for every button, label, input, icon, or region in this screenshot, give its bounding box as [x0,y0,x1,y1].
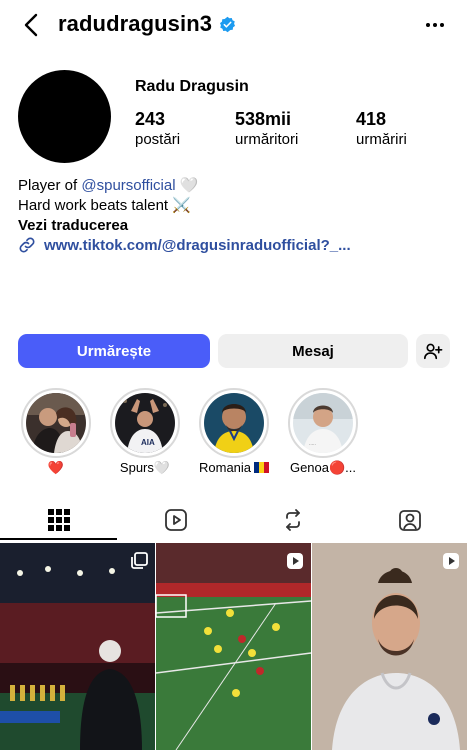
tab-tagged[interactable] [351,500,467,540]
repost-icon [285,509,300,531]
bio-mention-link[interactable]: @spursofficial [81,177,175,194]
story-highlight-heart[interactable]: ❤️ [21,388,91,476]
highlight-label-text: Romania [199,460,252,475]
highlight-label: ❤️ [47,460,65,475]
tagged-icon [398,510,421,531]
romania-flag-icon [254,462,269,473]
bio-white-heart-emoji: 🤍 [179,177,199,194]
profile-username: radudragusin3 [58,11,213,36]
highlight-ring [199,388,269,458]
stat-posts[interactable]: 243 postări [135,108,180,150]
back-button[interactable] [18,10,44,40]
stat-followers-value: 538mii [235,109,292,129]
highlight-cover-image: ..... [293,393,353,453]
content-tabs [0,500,467,540]
profile-full-name: Radu Dragusin [135,78,249,95]
stat-posts-value: 243 [135,109,166,129]
active-tab-indicator [0,538,117,540]
stat-following-label: urmăriri [356,131,407,148]
verified-badge-icon [219,16,236,33]
tab-reposts[interactable] [234,500,351,540]
tab-posts[interactable] [0,500,117,540]
svg-text:.....: ..... [309,441,316,447]
bio-line-2: Hard work beats talent ⚔️ [18,196,448,216]
story-highlight-romania[interactable]: Romania [199,388,269,475]
reel-icon [443,553,459,569]
post-thumbnail[interactable] [312,543,467,750]
bio-external-link[interactable]: www.tiktok.com/@dragusinraduofficial?_..… [18,236,351,254]
link-icon [19,237,35,253]
follow-button[interactable]: Urmărește [18,334,210,368]
stat-following[interactable]: 418 urmăriri [356,108,407,150]
suggested-users-button[interactable] [416,334,450,368]
post-thumbnail[interactable] [156,543,311,750]
reel-icon [287,553,303,569]
highlight-label: Genoa🔴... [289,460,357,475]
post-thumbnail[interactable] [0,543,155,750]
bio-swords-emoji: ⚔️ [172,197,191,214]
stat-following-value: 418 [356,109,387,129]
see-translation-link[interactable]: Vezi traducerea [18,216,448,236]
highlight-ring: ..... [288,388,358,458]
tab-reels[interactable] [117,500,234,540]
stat-followers-label: urmăritori [235,131,299,148]
story-highlight-spurs[interactable]: AIA Spurs🤍 [110,388,180,476]
stat-followers[interactable]: 538mii urmăritori [235,108,298,150]
highlight-ring: AIA [110,388,180,458]
reels-icon [164,509,187,531]
more-horizontal-icon [426,23,444,27]
bio-prefix: Player of [18,177,82,194]
highlight-cover-image: AIA [115,393,175,453]
grid-icon [47,509,70,531]
highlight-ring [21,388,91,458]
profile-avatar[interactable] [18,70,111,163]
highlight-label: Romania [199,460,269,475]
message-button[interactable]: Mesaj [218,334,408,368]
highlight-cover-image [26,393,86,453]
bio-link-text: www.tiktok.com/@dragusinraduofficial?_..… [44,236,351,254]
profile-header: radudragusin3 [0,0,467,50]
carousel-icon [131,552,148,569]
add-user-icon [424,343,443,360]
profile-bio: Player of @spursofficial 🤍 Hard work bea… [18,176,448,236]
highlight-label: Spurs🤍 [119,460,171,475]
more-options-button[interactable] [420,12,450,38]
bio-line-1: Player of @spursofficial 🤍 [18,176,448,196]
posts-grid [0,543,467,750]
chevron-left-icon [24,13,38,37]
stat-posts-label: postări [135,131,181,148]
bio-tagline: Hard work beats talent [18,197,169,214]
profile-username-container: radudragusin3 [58,11,236,37]
story-highlight-genoa[interactable]: ..... Genoa🔴... [288,388,358,476]
highlight-cover-image [204,393,264,453]
svg-text:AIA: AIA [141,438,155,447]
